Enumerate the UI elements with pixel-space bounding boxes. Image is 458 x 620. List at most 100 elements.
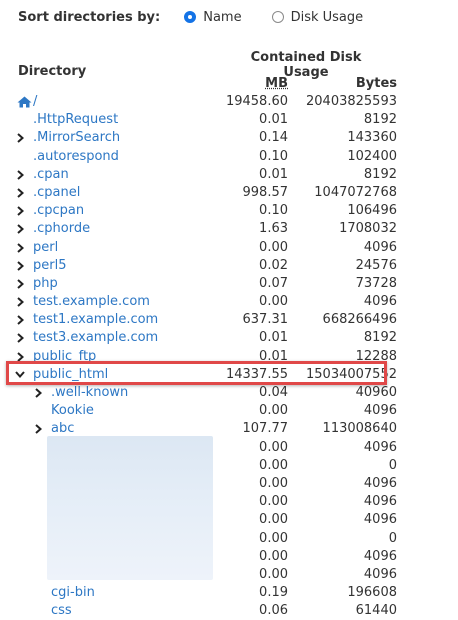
sort-by-name-option[interactable]: Name xyxy=(184,9,242,25)
mb-value: 1.63 xyxy=(259,221,288,237)
bytes-value: 61440 xyxy=(355,603,397,619)
mb-value: 0.00 xyxy=(259,403,288,419)
directory-name-link[interactable]: test.example.com xyxy=(33,293,150,311)
directory-name-link[interactable]: public_html xyxy=(33,366,108,384)
chevron-right-icon[interactable] xyxy=(15,184,25,202)
chevron-right-icon[interactable] xyxy=(15,348,25,366)
bytes-value: 4096 xyxy=(363,239,397,255)
sort-by-name-label: Name xyxy=(203,9,242,25)
directory-name-link[interactable]: css xyxy=(51,602,72,620)
directory-row: .HttpRequest 0.01 8192 xyxy=(0,111,458,129)
chevron-right-icon[interactable] xyxy=(15,329,25,347)
chevron-right-icon[interactable] xyxy=(33,384,43,402)
directory-name-link[interactable]: .well-known xyxy=(51,384,128,402)
bytes-value: 0 xyxy=(388,457,397,473)
directory-row: .cphorde 1.63 1708032 xyxy=(0,220,458,238)
bytes-value: 4096 xyxy=(363,548,397,564)
mb-value: 0.00 xyxy=(259,530,288,546)
bytes-value: 73728 xyxy=(355,275,397,291)
directory-name-link[interactable]: .MirrorSearch xyxy=(33,129,120,147)
mb-value: 107.77 xyxy=(242,421,289,437)
directory-name-link[interactable]: Kookie xyxy=(51,402,94,420)
directory-header: Directory xyxy=(18,64,87,79)
mb-value: 0.00 xyxy=(259,239,288,255)
bytes-value: 1047072768 xyxy=(314,184,397,200)
directory-row: Kookie 0.00 4096 xyxy=(0,402,458,420)
mb-value: 0.00 xyxy=(259,548,288,564)
directory-name-link[interactable]: .autorespond xyxy=(33,148,119,166)
directory-name-link[interactable]: .cpcpan xyxy=(33,202,84,220)
chevron-right-icon[interactable] xyxy=(15,239,25,257)
home-icon[interactable] xyxy=(17,96,32,108)
mb-value: 0.14 xyxy=(259,130,288,146)
mb-value: 0.00 xyxy=(259,512,288,528)
directory-name-link[interactable]: cgi-bin xyxy=(51,584,95,602)
chevron-right-icon[interactable] xyxy=(15,257,25,275)
mb-value: 0.00 xyxy=(259,566,288,582)
directory-name-link[interactable]: test1.example.com xyxy=(33,311,158,329)
bytes-value: 8192 xyxy=(363,330,397,346)
directory-row: .autorespond 0.10 102400 xyxy=(0,148,458,166)
directory-name-link[interactable]: test3.example.com xyxy=(33,329,158,347)
chevron-right-icon[interactable] xyxy=(33,420,43,438)
mb-value: 0.00 xyxy=(259,475,288,491)
mb-value: 0.07 xyxy=(259,275,288,291)
bytes-value: 4096 xyxy=(363,566,397,582)
mb-value: 0.01 xyxy=(259,112,288,128)
sort-by-disk-usage-option[interactable]: Disk Usage xyxy=(271,9,364,25)
directory-row: cgi-bin 0.19 196608 xyxy=(0,584,458,602)
chevron-right-icon[interactable] xyxy=(15,202,25,220)
mb-value: 0.04 xyxy=(259,385,288,400)
directory-name-link[interactable]: public_ftp xyxy=(33,348,96,366)
directory-name-link[interactable]: .cpanel xyxy=(33,184,80,202)
bytes-value: 668266496 xyxy=(322,312,397,328)
mb-value: 998.57 xyxy=(242,184,289,200)
sort-bar: Sort directories by: Name Disk Usage xyxy=(18,6,393,28)
chevron-down-icon[interactable] xyxy=(15,366,25,384)
bytes-value: 4096 xyxy=(363,512,397,528)
bytes-value: 8192 xyxy=(363,166,397,182)
bytes-value: 40960 xyxy=(355,385,397,400)
bytes-value: 8192 xyxy=(363,112,397,128)
bytes-value: 143360 xyxy=(347,130,397,146)
mb-value: 0.06 xyxy=(259,603,288,619)
directory-name-link[interactable]: perl5 xyxy=(33,257,66,275)
mb-value: 0.01 xyxy=(259,330,288,346)
directory-name-link[interactable]: .cphorde xyxy=(33,220,90,238)
directory-name-link[interactable]: .cpan xyxy=(33,166,69,184)
bytes-value: 113008640 xyxy=(322,421,397,437)
chevron-right-icon[interactable] xyxy=(15,275,25,293)
directory-row: .MirrorSearch 0.14 143360 xyxy=(0,129,458,147)
bytes-value: 102400 xyxy=(347,148,397,164)
sort-label: Sort directories by: xyxy=(18,9,161,25)
directory-row: perl 0.00 4096 xyxy=(0,239,458,257)
directory-name-link[interactable]: php xyxy=(33,275,58,293)
chevron-right-icon[interactable] xyxy=(15,220,25,238)
directory-row: .well-known 0.04 40960 xyxy=(0,384,458,402)
directory-name-link[interactable]: .HttpRequest xyxy=(33,111,118,129)
mb-value: 637.31 xyxy=(242,312,289,328)
directory-name-link[interactable]: perl xyxy=(33,239,58,257)
chevron-right-icon[interactable] xyxy=(15,311,25,329)
bytes-value: 4096 xyxy=(363,439,397,455)
sort-by-disk-usage-radio[interactable] xyxy=(271,11,284,23)
directory-row: .cpan 0.01 8192 xyxy=(0,166,458,184)
chevron-right-icon[interactable] xyxy=(15,293,25,311)
directory-row: css 0.06 61440 xyxy=(0,602,458,620)
directory-name-link[interactable]: / xyxy=(33,93,37,111)
directory-row: test.example.com 0.00 4096 xyxy=(0,293,458,311)
mb-value: 14337.55 xyxy=(225,366,288,382)
bytes-value: 4096 xyxy=(363,475,397,491)
chevron-right-icon[interactable] xyxy=(15,166,25,184)
bytes-value: 12288 xyxy=(355,348,397,364)
directory-row: test1.example.com 637.31 668266496 xyxy=(0,311,458,329)
chevron-right-icon[interactable] xyxy=(15,129,25,147)
directory-row: .cpanel 998.57 1047072768 xyxy=(0,184,458,202)
mb-value: 0.10 xyxy=(259,203,288,219)
directory-row: .cpcpan 0.10 106496 xyxy=(0,202,458,220)
mb-value: 19458.60 xyxy=(225,94,288,109)
bytes-value: 20403825593 xyxy=(306,94,397,109)
sort-by-disk-usage-label: Disk Usage xyxy=(290,9,364,25)
bytes-value: 196608 xyxy=(347,585,397,601)
sort-by-name-radio[interactable] xyxy=(184,11,197,23)
